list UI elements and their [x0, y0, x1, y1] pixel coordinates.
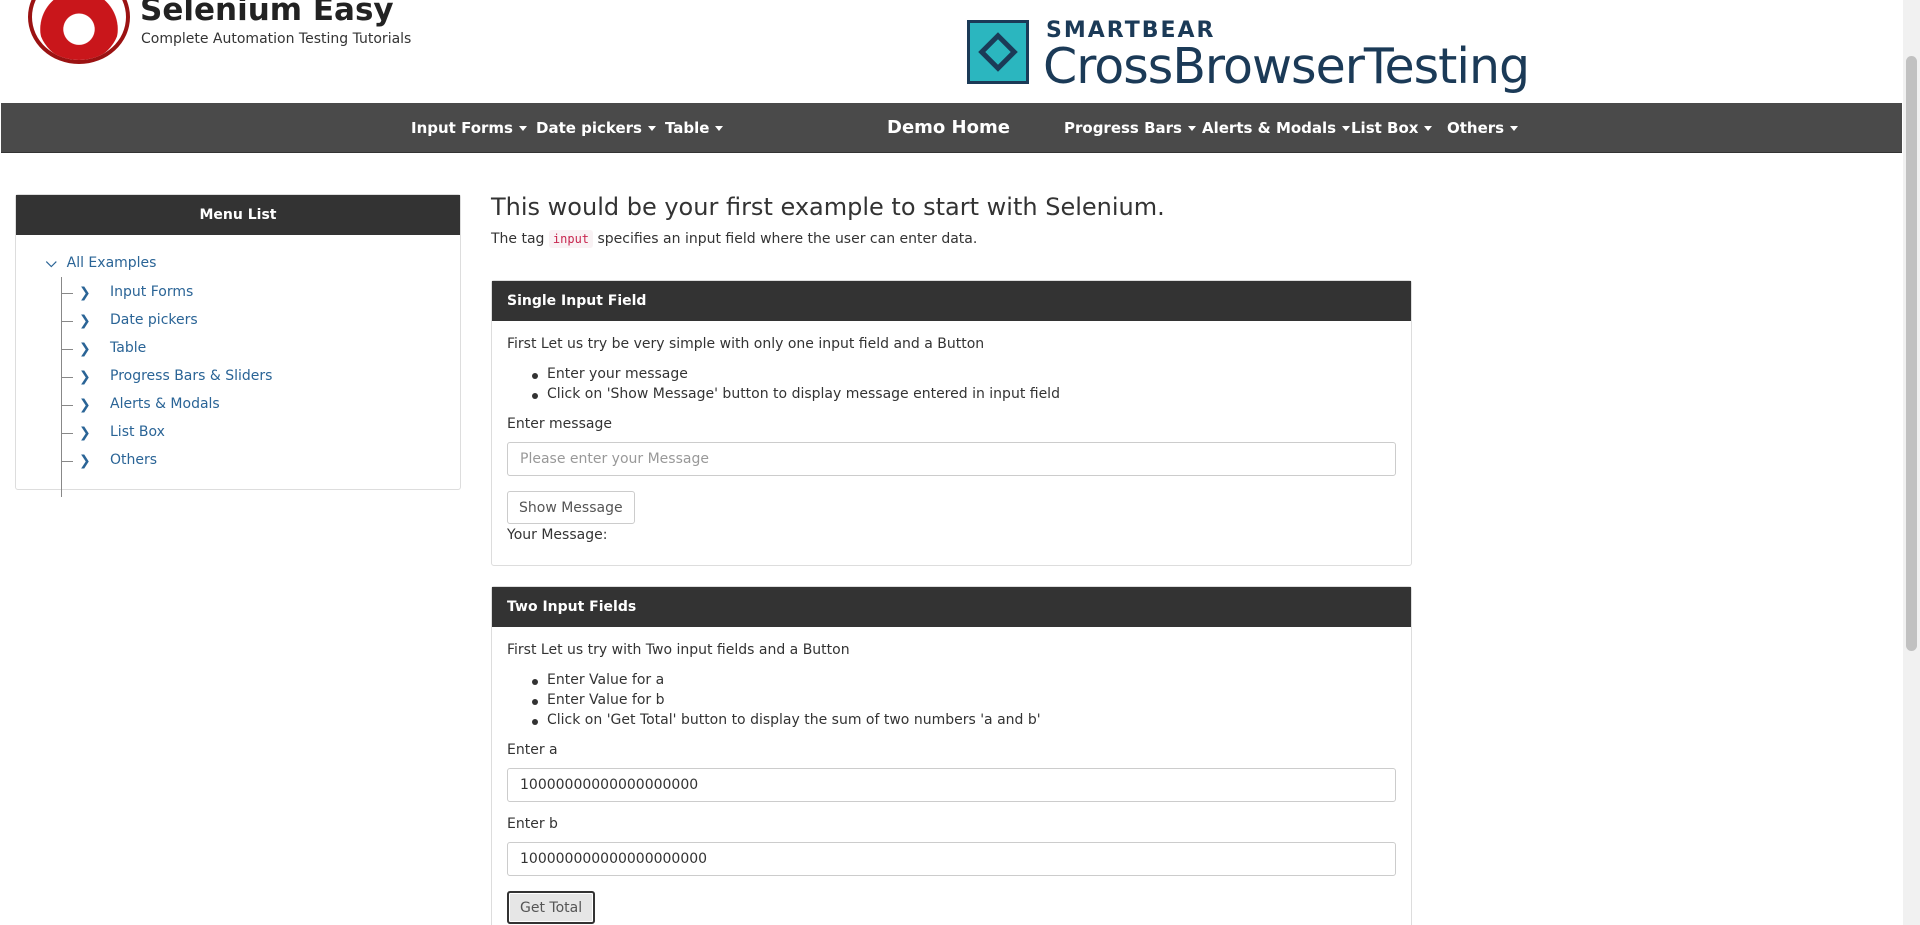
nav-others[interactable]: Others — [1447, 103, 1519, 153]
nav-date-pickers[interactable]: Date pickers — [536, 103, 656, 153]
your-message-label: Your Message: — [507, 527, 608, 543]
value-b-label: Enter b — [507, 816, 558, 832]
chevron-right-icon: ❯ — [79, 341, 91, 357]
scrollbar-thumb[interactable] — [1906, 56, 1917, 651]
message-input[interactable] — [507, 442, 1396, 476]
tree-root-label: All Examples — [66, 255, 157, 271]
value-a-input[interactable] — [507, 768, 1396, 802]
caret-down-icon — [518, 126, 527, 131]
page-scrollbar[interactable] — [1903, 0, 1920, 925]
panel-heading: Single Input Field — [492, 281, 1411, 321]
tree-root-all-examples[interactable]: ⌵ All Examples — [46, 255, 156, 271]
page-description: The tag input specifies an input field w… — [491, 230, 978, 248]
caret-down-icon — [1187, 126, 1196, 131]
two-input-panel: Two Input Fields First Let us try with T… — [491, 586, 1412, 925]
single-input-panel: Single Input Field First Let us try be v… — [491, 280, 1412, 566]
get-total-button[interactable]: Get Total — [507, 891, 596, 924]
nav-label: Others — [1447, 119, 1505, 137]
list-item: Click on 'Show Message' button to displa… — [532, 386, 1060, 402]
caret-down-icon — [647, 126, 656, 131]
nav-progress-bars[interactable]: Progress Bars — [1064, 103, 1196, 153]
crossbrowsertesting-logo-icon[interactable] — [967, 20, 1029, 84]
desc-prefix: The tag — [491, 231, 545, 247]
nav-label: Date pickers — [536, 119, 642, 137]
show-message-button[interactable]: Show Message — [507, 491, 635, 524]
top-navbar: Input Forms Date pickers Table Demo Home… — [1, 103, 1902, 153]
nav-demo-home[interactable]: Demo Home — [887, 103, 1010, 153]
nav-list-box[interactable]: List Box — [1351, 103, 1433, 153]
list-item: Enter Value for a — [531, 672, 665, 688]
nav-label: Table — [665, 119, 710, 137]
sidebar-item-label: List Box — [110, 424, 165, 440]
sidebar-title: Menu List — [16, 195, 460, 235]
caret-down-icon — [1510, 126, 1519, 131]
selenium-easy-logo-icon[interactable] — [28, 0, 130, 64]
brand-subtitle: Complete Automation Testing Tutorials — [141, 31, 412, 47]
sidebar-item-label: Table — [110, 340, 147, 356]
sidebar-item-label: Progress Bars & Sliders — [110, 368, 273, 384]
chevron-right-icon: ❯ — [79, 453, 91, 469]
desc-suffix: specifies an input field where the user … — [597, 231, 978, 247]
partner-product[interactable]: CrossBrowserTesting — [1043, 38, 1530, 95]
desc-code: input — [548, 230, 594, 248]
nav-label: List Box — [1351, 119, 1419, 137]
page-title: This would be your first example to star… — [491, 193, 1165, 221]
caret-down-icon — [1424, 126, 1433, 131]
brand-title[interactable]: Selenium Easy — [140, 0, 394, 28]
sidebar-item-label: Alerts & Modals — [110, 396, 220, 412]
chevron-right-icon: ❯ — [79, 425, 91, 441]
nav-input-forms[interactable]: Input Forms — [411, 103, 527, 153]
value-b-input[interactable] — [507, 842, 1396, 876]
caret-down-icon — [715, 126, 724, 131]
value-a-label: Enter a — [507, 742, 558, 758]
nav-label: Input Forms — [411, 119, 513, 137]
sidebar-item-label: Input Forms — [110, 284, 194, 300]
chevron-right-icon: ❯ — [79, 369, 91, 385]
caret-down-icon — [1342, 126, 1351, 131]
chevron-right-icon: ❯ — [79, 397, 91, 413]
sidebar-item-label: Others — [110, 452, 158, 468]
list-item: Enter Value for b — [532, 692, 665, 708]
site-header: Selenium Easy Complete Automation Testin… — [0, 0, 1903, 103]
menu-list-sidebar: Menu List ⌵ All Examples ❯ Input Forms ❯ Da… — [15, 194, 461, 497]
tree-connector — [61, 277, 62, 497]
chevron-right-icon: ❯ — [79, 285, 91, 301]
list-item: Enter your message — [532, 366, 688, 382]
panel-heading: Two Input Fields — [492, 587, 1411, 627]
nav-label: Progress Bars — [1064, 119, 1182, 137]
panel-intro: First Let us try with Two input fields a… — [507, 642, 850, 658]
message-label: Enter message — [507, 416, 612, 432]
nav-label: Alerts & Modals — [1202, 119, 1337, 137]
chevron-right-icon: ❯ — [79, 313, 91, 329]
chevron-down-icon: ⌵ — [46, 255, 57, 271]
list-item: Click on 'Get Total' button to display t… — [532, 712, 1041, 728]
nav-table[interactable]: Table — [665, 103, 724, 153]
sidebar-item-label: Date pickers — [110, 312, 198, 328]
nav-alerts-modals[interactable]: Alerts & Modals — [1202, 103, 1351, 153]
panel-intro: First Let us try be very simple with onl… — [507, 336, 985, 352]
